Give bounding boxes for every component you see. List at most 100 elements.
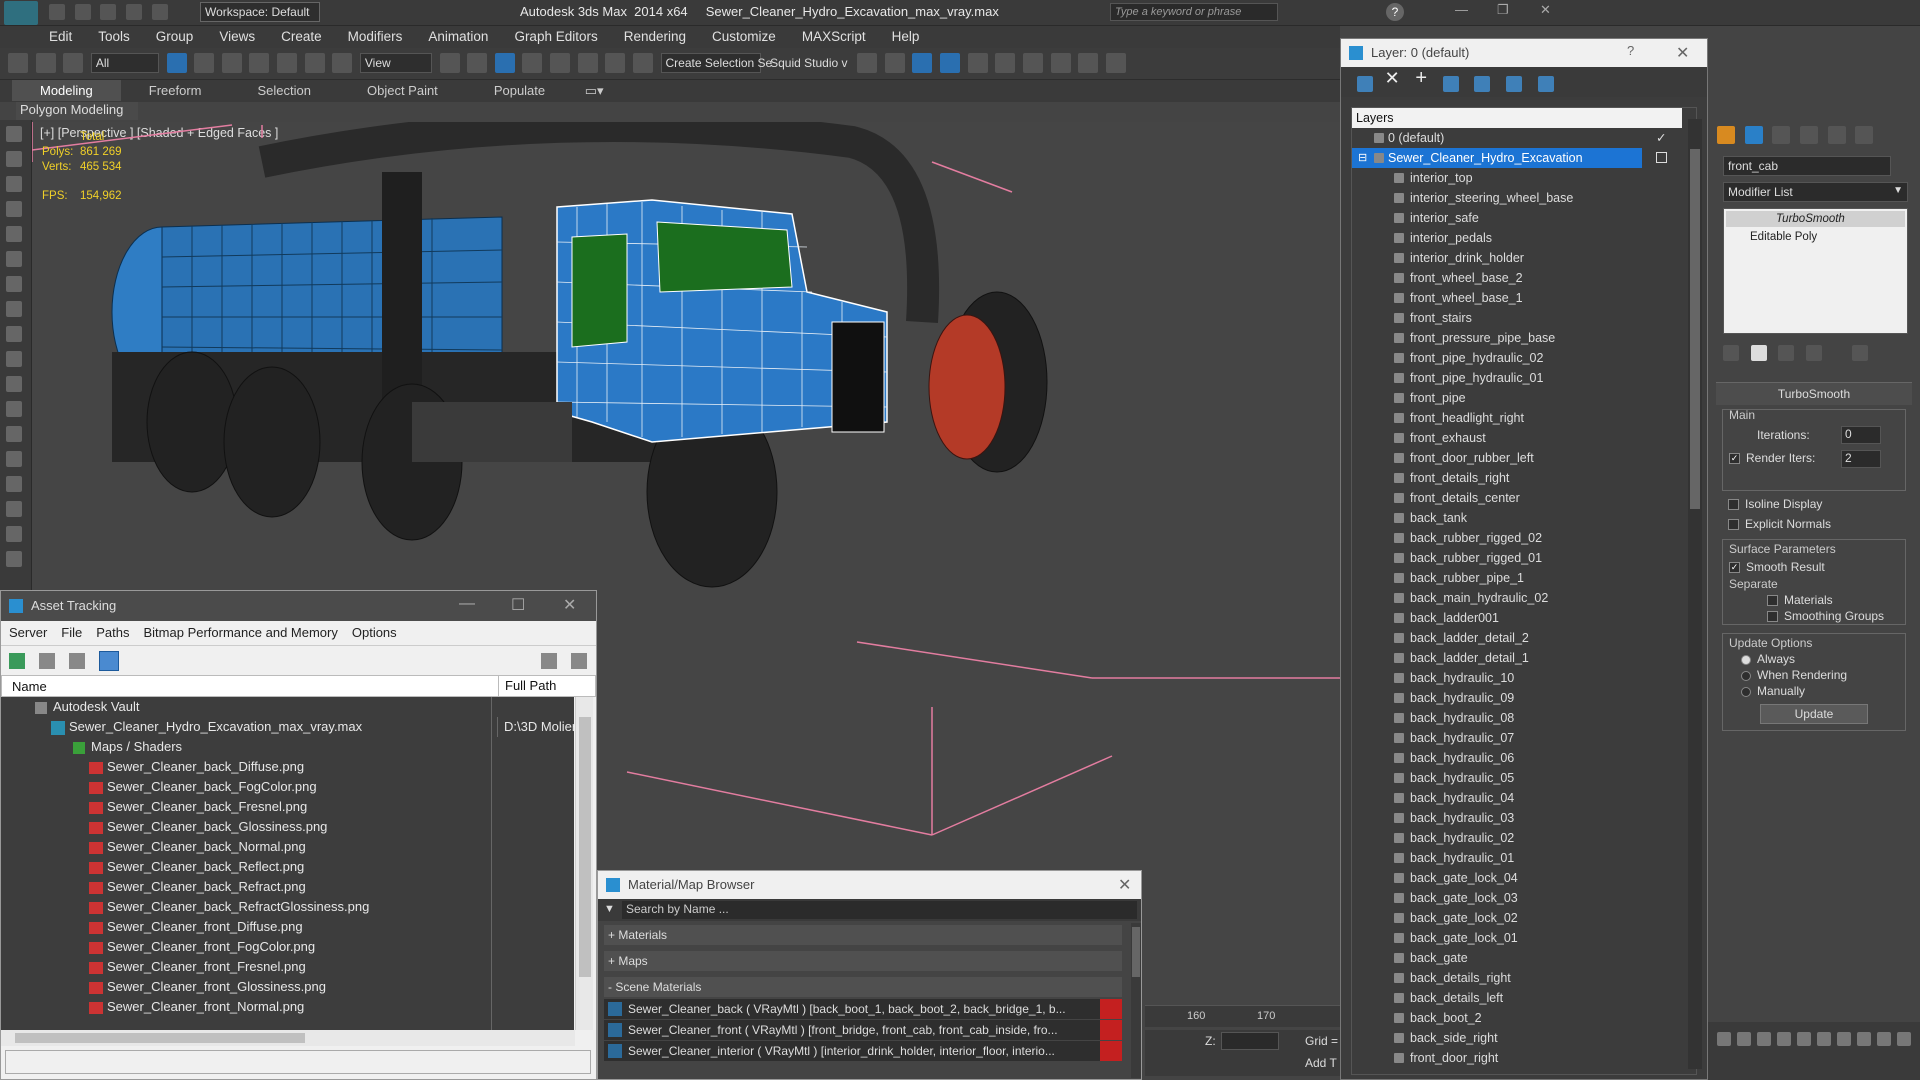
- named-selection-set-dropdown[interactable]: Create Selection Se: [660, 53, 772, 73]
- menu-item[interactable]: MAXScript: [789, 26, 879, 47]
- smoothing-groups-checkbox[interactable]: [1767, 611, 1778, 623]
- group-materials[interactable]: + Materials: [604, 925, 1122, 945]
- menu-item[interactable]: Tools: [85, 26, 143, 47]
- menu-item[interactable]: Customize: [699, 26, 789, 47]
- display-tab-icon[interactable]: [1827, 126, 1846, 144]
- menu-item[interactable]: Modifiers: [335, 26, 416, 47]
- menu-server[interactable]: Server: [9, 625, 47, 640]
- thumbnail-view-icon[interactable]: [69, 653, 85, 669]
- stack-item-editable-poly[interactable]: Editable Poly: [1726, 229, 1905, 245]
- helper-icon[interactable]: [6, 401, 22, 417]
- explicit-normals-checkbox[interactable]: [1728, 519, 1739, 531]
- new-file-icon[interactable]: [49, 3, 65, 20]
- zoom-icon[interactable]: [1797, 1032, 1811, 1046]
- layer-object-item[interactable]: back_details_right: [1352, 968, 1696, 988]
- layer-object-item[interactable]: front_pipe: [1352, 388, 1696, 408]
- refresh-icon[interactable]: [9, 653, 25, 669]
- motion-tab-icon[interactable]: [1799, 126, 1818, 144]
- layer-object-item[interactable]: interior_drink_holder: [1352, 248, 1696, 268]
- manually-radio[interactable]: [1741, 686, 1751, 697]
- list-item-map[interactable]: Sewer_Cleaner_front_Diffuse.png: [1, 917, 574, 937]
- selection-filter-dropdown[interactable]: All: [90, 53, 159, 73]
- menu-item[interactable]: Edit: [36, 26, 85, 47]
- time-slider[interactable]: 160 170: [1145, 1005, 1343, 1027]
- tab-object-paint[interactable]: Object Paint: [339, 80, 466, 101]
- field-of-view-icon[interactable]: [1837, 1032, 1851, 1046]
- layer-object-item[interactable]: interior_top: [1352, 168, 1696, 188]
- select-object-icon[interactable]: [166, 53, 187, 73]
- layer-object-item[interactable]: back_ladder001: [1352, 608, 1696, 628]
- close-icon[interactable]: ✕: [1676, 43, 1689, 63]
- pin-stack-icon[interactable]: [1723, 344, 1739, 361]
- material-browser-scrollbar[interactable]: [1131, 923, 1141, 1078]
- menu-paths[interactable]: Paths: [96, 625, 129, 640]
- modifier-list-dropdown[interactable]: Modifier List ▼: [1723, 182, 1908, 202]
- explicit-normals-option[interactable]: Explicit Normals: [1728, 517, 1900, 531]
- layer-object-item[interactable]: back_details_left: [1352, 988, 1696, 1008]
- list-item-map[interactable]: Sewer_Cleaner_front_Normal.png: [1, 997, 574, 1017]
- layer-object-item[interactable]: back_ladder_detail_1: [1352, 648, 1696, 668]
- search-options-icon[interactable]: ▼: [604, 903, 615, 915]
- menu-item[interactable]: Views: [206, 26, 268, 47]
- layer-object-item[interactable]: back_hydraulic_10: [1352, 668, 1696, 688]
- layer-object-item[interactable]: front_exhaust: [1352, 428, 1696, 448]
- group-maps[interactable]: + Maps: [604, 951, 1122, 971]
- list-item-map[interactable]: Sewer_Cleaner_back_Diffuse.png: [1, 757, 574, 777]
- layer-object-item[interactable]: front_door_right: [1352, 1048, 1696, 1068]
- layer-object-item[interactable]: back_rubber_pipe_1: [1352, 568, 1696, 588]
- list-item-map[interactable]: Sewer_Cleaner_back_Refract.png: [1, 877, 574, 897]
- tab-freeform[interactable]: Freeform: [121, 80, 230, 101]
- next-frame-icon[interactable]: [1757, 1032, 1771, 1046]
- z-field[interactable]: [1221, 1032, 1279, 1050]
- layer-object-item[interactable]: back_main_hydraulic_02: [1352, 588, 1696, 608]
- layer-object-item[interactable]: back_hydraulic_07: [1352, 728, 1696, 748]
- always-radio[interactable]: [1741, 654, 1751, 665]
- settings-icon[interactable]: [571, 653, 587, 669]
- when-rendering-radio[interactable]: [1741, 670, 1751, 681]
- layer-object-item[interactable]: front_door_rubber_left: [1352, 448, 1696, 468]
- select-objects-in-layer-icon[interactable]: [1357, 76, 1373, 93]
- cylinder-icon[interactable]: [6, 326, 22, 342]
- layer-default[interactable]: 0 (default) ✓: [1352, 128, 1696, 148]
- remove-modifier-icon[interactable]: [1805, 344, 1822, 361]
- rollout-title[interactable]: TurboSmooth: [1716, 383, 1912, 405]
- make-unique-icon[interactable]: [1778, 344, 1795, 361]
- maximize-icon[interactable]: ☐: [511, 595, 525, 615]
- layer-object-item[interactable]: front_details_right: [1352, 468, 1696, 488]
- app-logo-icon[interactable]: [4, 1, 38, 25]
- align-icon[interactable]: [884, 53, 905, 73]
- layer-object-item[interactable]: front_stairs: [1352, 308, 1696, 328]
- layer-object-item[interactable]: back_side_right: [1352, 1028, 1696, 1048]
- percent-snap-icon[interactable]: [577, 53, 598, 73]
- spinner-snap-icon[interactable]: [605, 53, 626, 73]
- layer-object-item[interactable]: interior_pedals: [1352, 228, 1696, 248]
- layer-object-item[interactable]: interior_steering_wheel_base: [1352, 188, 1696, 208]
- menu-item[interactable]: Animation: [415, 26, 501, 47]
- move-icon[interactable]: [6, 226, 22, 242]
- reference-coordinate-dropdown[interactable]: View: [359, 53, 432, 73]
- list-item-map[interactable]: Sewer_Cleaner_back_RefractGlossiness.png: [1, 897, 574, 917]
- system-icon[interactable]: [6, 451, 22, 467]
- torus-icon[interactable]: [6, 276, 22, 292]
- highlight-layer-icon[interactable]: [1474, 76, 1491, 93]
- camera-icon[interactable]: [6, 376, 22, 392]
- layer-object-item[interactable]: back_gate_lock_01: [1352, 928, 1696, 948]
- tab-populate[interactable]: Populate: [466, 80, 573, 101]
- layer-toggle-box[interactable]: [1656, 152, 1667, 163]
- window-crossing-icon[interactable]: [249, 53, 270, 73]
- layers-column-header[interactable]: Layers: [1352, 108, 1682, 128]
- material-browser-titlebar[interactable]: Material/Map Browser ✕: [598, 871, 1141, 899]
- ribbon-toggle-icon[interactable]: [940, 53, 961, 73]
- schematic-view-icon[interactable]: [995, 53, 1016, 73]
- pivot-center-icon[interactable]: [439, 53, 460, 73]
- stack-item-turbosmooth[interactable]: TurboSmooth: [1726, 211, 1905, 227]
- undo-icon[interactable]: [125, 3, 142, 20]
- orbit-icon[interactable]: [1877, 1032, 1891, 1046]
- layer-sewer-cleaner[interactable]: ⊟ Sewer_Cleaner_Hydro_Excavation: [1352, 148, 1642, 168]
- polygon-modeling-label[interactable]: Polygon Modeling: [16, 102, 138, 120]
- plane-icon[interactable]: [6, 176, 22, 192]
- list-view-icon[interactable]: [39, 653, 55, 669]
- iterations-spinner[interactable]: 0: [1841, 426, 1881, 444]
- layer-object-item[interactable]: front_pipe_hydraulic_01: [1352, 368, 1696, 388]
- render-setup-icon[interactable]: [1050, 53, 1071, 73]
